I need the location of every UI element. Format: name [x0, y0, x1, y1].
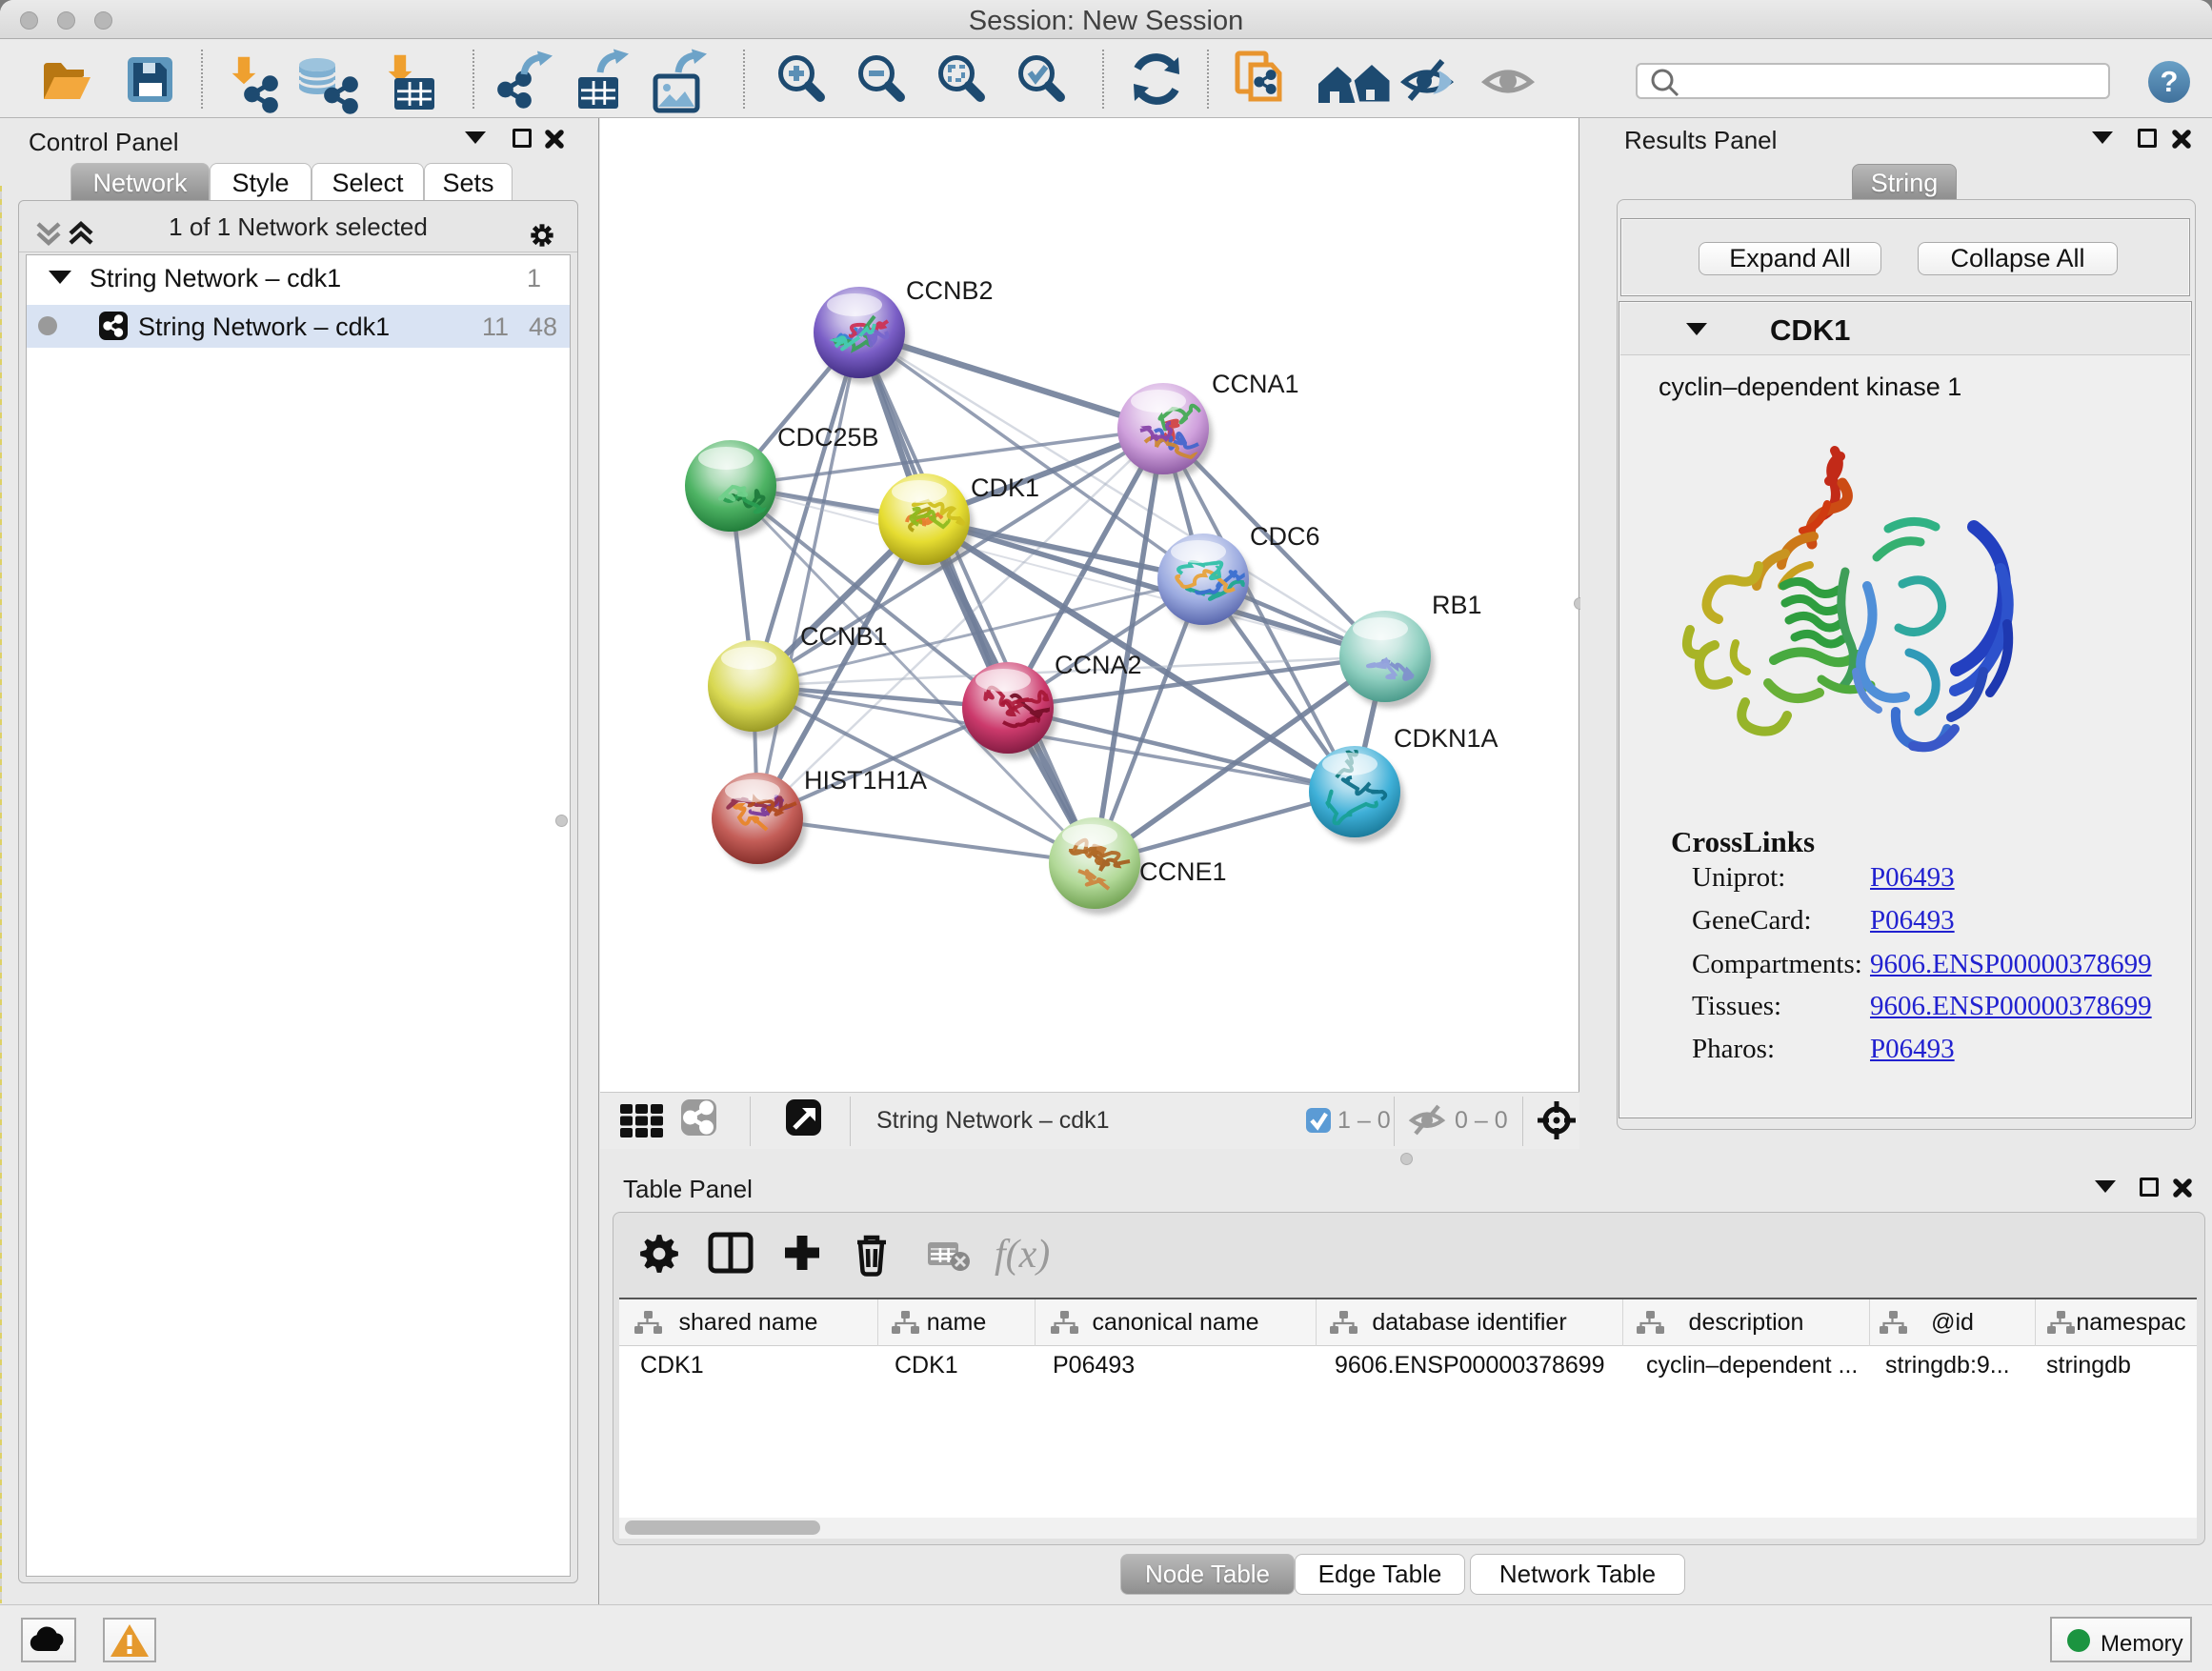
svg-text:CCNB1: CCNB1: [800, 622, 888, 651]
svg-text:RB1: RB1: [1432, 591, 1482, 619]
svg-text:f(x): f(x): [995, 1233, 1050, 1277]
svg-text:HIST1H1A: HIST1H1A: [804, 766, 927, 795]
svg-text:CDKN1A: CDKN1A: [1394, 724, 1498, 753]
svg-text:CDC6: CDC6: [1250, 522, 1320, 551]
svg-text:CCNB2: CCNB2: [906, 276, 994, 305]
svg-text:CCNA2: CCNA2: [1055, 651, 1142, 679]
svg-text:CCNE1: CCNE1: [1139, 857, 1227, 886]
svg-text:CDK1: CDK1: [971, 473, 1039, 502]
svg-text:CDC25B: CDC25B: [777, 423, 879, 452]
svg-text:CCNA1: CCNA1: [1212, 370, 1299, 398]
